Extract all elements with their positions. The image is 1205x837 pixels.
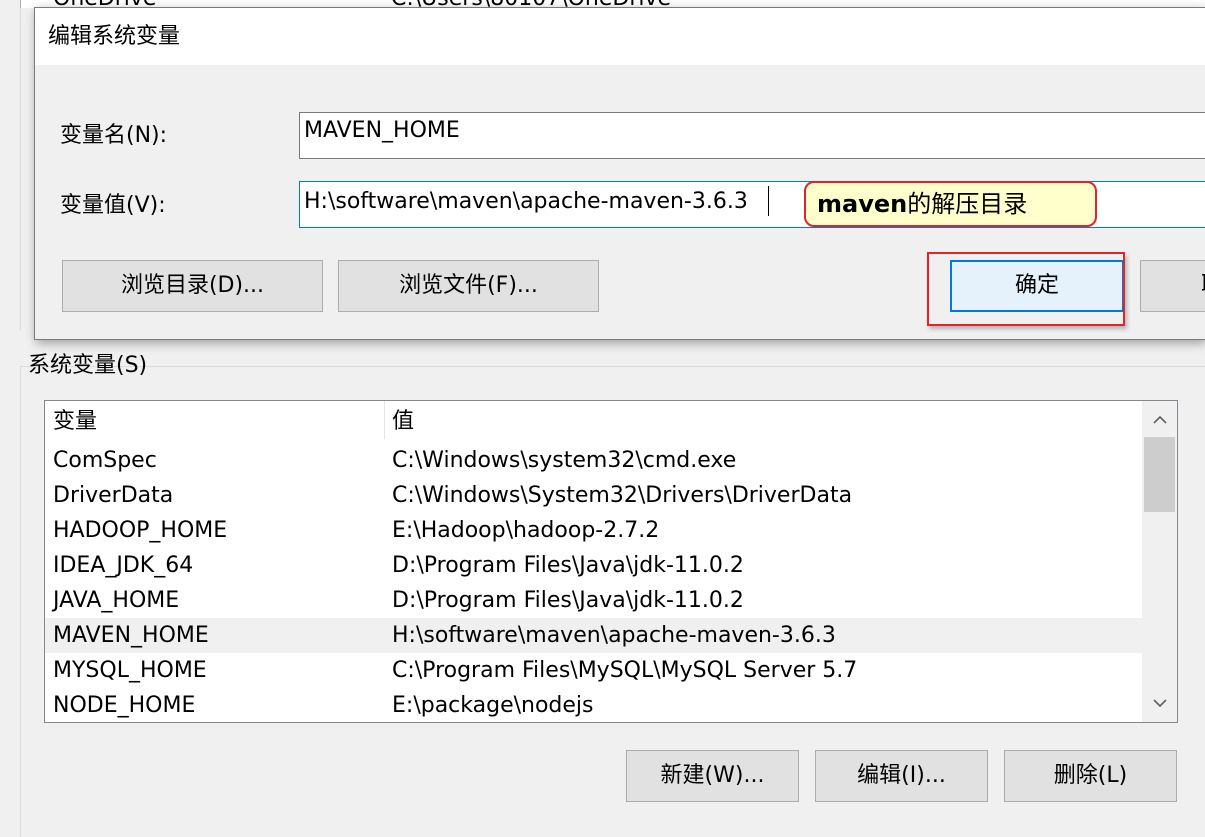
scrollbar-thumb[interactable] (1144, 437, 1175, 512)
column-header-value[interactable]: 值 (392, 407, 414, 437)
chevron-down-icon[interactable] (1142, 690, 1177, 716)
table-row[interactable]: NODE_HOME E:\package\nodejs (45, 688, 1142, 722)
row-variable-name: NODE_HOME (53, 693, 196, 718)
ok-highlight-box (927, 252, 1125, 326)
annotation-callout: maven的解压目录 (804, 181, 1097, 227)
row-variable-value: E:\Hadoop\hadoop-2.7.2 (392, 518, 660, 543)
row-variable-value: H:\software\maven\apache-maven-3.6.3 (392, 623, 836, 648)
list-header: 变量 值 (45, 401, 1142, 441)
variable-value-label: 变量值(V): (60, 193, 166, 218)
browse-directory-button[interactable]: 浏览目录(D)... (62, 260, 323, 312)
row-variable-name: HADOOP_HOME (53, 518, 228, 543)
edit-system-variable-dialog: 编辑系统变量 变量名(N): MAVEN_HOME 变量值(V): H:\sof… (34, 7, 1205, 340)
list-rows: ComSpec C:\Windows\system32\cmd.exe Driver… (45, 443, 1142, 722)
text-caret (768, 186, 769, 216)
row-variable-value: C:\Windows\system32\cmd.exe (392, 448, 737, 473)
system-variables-list[interactable]: 变量 值 ComSpec C:\Windows\system32\cmd.exe D… (44, 400, 1178, 723)
chevron-up-icon[interactable] (1142, 407, 1177, 433)
variable-name-input[interactable]: MAVEN_HOME (299, 112, 1205, 159)
row-variable-value: D:\Program Files\Java\jdk-11.0.2 (392, 553, 744, 578)
row-variable-value: C:\Program Files\MySQL\MySQL Server 5.7 (392, 658, 858, 683)
table-row[interactable]: HADOOP_HOME E:\Hadoop\hadoop-2.7.2 (45, 513, 1142, 548)
dialog-title: 编辑系统变量 (48, 24, 181, 49)
divider (20, 8, 21, 330)
cancel-button[interactable]: 取 (1140, 260, 1205, 312)
system-variables-label: 系统变量(S) (28, 353, 148, 378)
row-variable-name: IDEA_JDK_64 (53, 553, 194, 578)
table-row[interactable]: ComSpec C:\Windows\system32\cmd.exe (45, 443, 1142, 478)
table-row[interactable]: IDEA_JDK_64 D:\Program Files\Java\jdk-11.… (45, 548, 1142, 583)
annotation-bold-text: maven (817, 190, 908, 218)
annotation-text: 的解压目录 (907, 190, 1028, 218)
table-row[interactable]: MYSQL_HOME C:\Program Files\MySQL\MySQL S… (45, 653, 1142, 688)
new-button[interactable]: 新建(W)... (626, 750, 799, 802)
table-row[interactable]: DriverData C:\Windows\System32\Drivers\Dr… (45, 478, 1142, 513)
delete-button[interactable]: 删除(L) (1004, 750, 1177, 802)
column-divider[interactable] (384, 401, 385, 439)
edit-button[interactable]: 编辑(I)... (815, 750, 988, 802)
row-variable-name: MYSQL_HOME (53, 658, 207, 683)
table-row[interactable]: MAVEN_HOME H:\software\maven\apache-maven… (45, 618, 1142, 653)
column-header-variable[interactable]: 变量 (53, 407, 97, 437)
row-variable-name: MAVEN_HOME (53, 623, 209, 648)
row-variable-value: E:\package\nodejs (392, 693, 594, 718)
browse-file-button[interactable]: 浏览文件(F)... (338, 260, 599, 312)
row-variable-value: D:\Program Files\Java\jdk-11.0.2 (392, 588, 744, 613)
row-variable-name: JAVA_HOME (53, 588, 180, 613)
vertical-scrollbar[interactable] (1142, 401, 1177, 722)
row-variable-value: C:\Windows\System32\Drivers\DriverData (392, 483, 853, 508)
row-variable-name: ComSpec (53, 448, 157, 473)
row-variable-name: DriverData (53, 483, 174, 508)
dialog-titlebar[interactable]: 编辑系统变量 (35, 8, 1205, 65)
table-row[interactable]: JAVA_HOME D:\Program Files\Java\jdk-11.0.… (45, 583, 1142, 618)
variable-name-label: 变量名(N): (60, 123, 168, 148)
